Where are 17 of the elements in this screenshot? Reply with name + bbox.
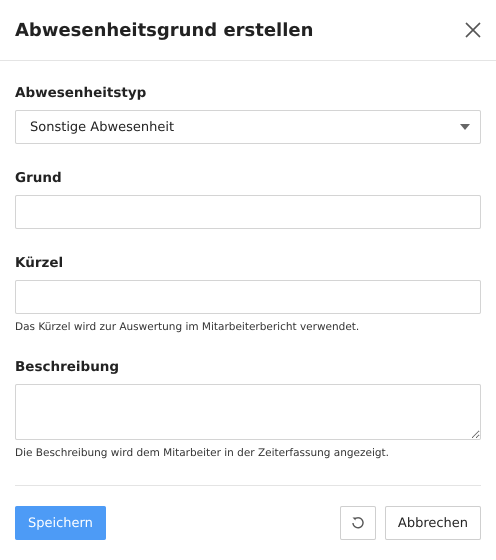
input-field[interactable] (15, 280, 481, 314)
field-label: Beschreibung (15, 359, 120, 375)
close-icon (464, 21, 482, 39)
cancel-button[interactable]: Abbrechen (384, 506, 481, 540)
undo-icon (350, 516, 365, 530)
field-label: Grund (15, 170, 63, 186)
reset-button[interactable] (340, 506, 376, 540)
input-field[interactable] (15, 195, 481, 229)
caret-icon (460, 124, 470, 130)
help-text: Die Beschreibung wird dem Mitarbeiter in der Zeiterfassung angezeigt. (15, 447, 390, 459)
field-label: Kürzel (15, 255, 64, 271)
close-button[interactable] (464, 21, 482, 39)
dialog-title: Abwesenheitsgrund erstellen (15, 20, 314, 40)
text-area[interactable] (15, 384, 481, 440)
field-label: Abwesenheitstyp (15, 85, 148, 101)
help-text: Das Kürzel wird zur Auswertung im Mitarbeiterbericht verwendet. (15, 321, 360, 333)
select-field[interactable]: Sonstige Abwesenheit (15, 110, 481, 144)
